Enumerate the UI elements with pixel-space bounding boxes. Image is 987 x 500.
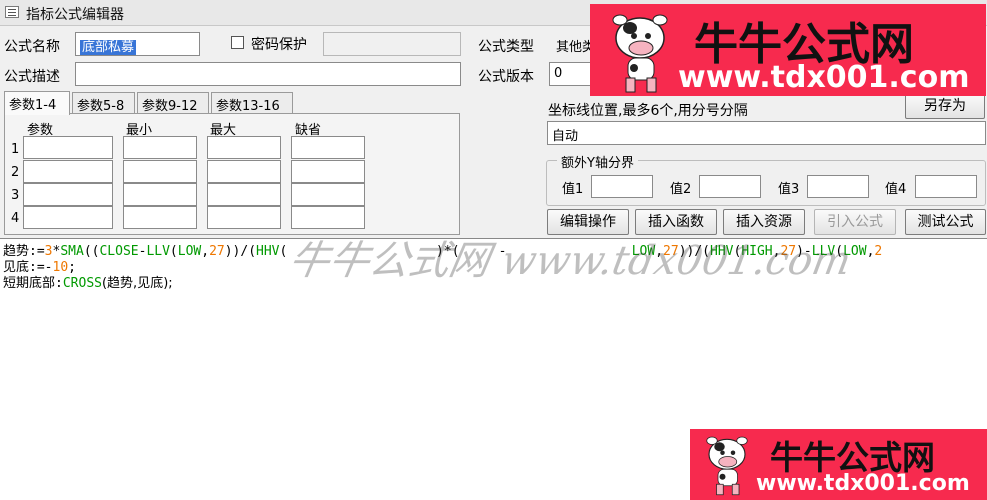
y-value-1-label: 值1	[562, 182, 584, 197]
formula-version-label: 公式版本	[478, 69, 534, 85]
formula-name-input[interactable]: 底部私募	[75, 32, 200, 56]
ad-banner-top[interactable]: 牛牛公式网 www.tdx001.com	[590, 4, 986, 96]
param-3-name[interactable]	[23, 183, 113, 206]
cow-mascot-icon	[612, 14, 668, 93]
param-3-max[interactable]	[207, 183, 281, 206]
tab-params-1-4[interactable]: 参数1-4	[4, 91, 70, 115]
param-row-num: 4	[11, 211, 20, 226]
param-row-num: 1	[11, 142, 20, 157]
coord-lines-label: 坐标线位置,最多6个,用分号分隔	[548, 103, 748, 119]
tab-params-5-8[interactable]: 参数5-8	[72, 92, 135, 114]
param-2-max[interactable]	[207, 160, 281, 183]
param-3-default[interactable]	[291, 183, 365, 206]
app-icon	[5, 6, 19, 18]
formula-type-label: 公式类型	[478, 39, 534, 55]
cow-mascot-icon	[706, 436, 748, 496]
param-1-max[interactable]	[207, 136, 281, 159]
extra-y-axis-legend: 额外Y轴分界	[557, 152, 638, 171]
param-3-min[interactable]	[123, 183, 197, 206]
formula-desc-input[interactable]	[75, 62, 461, 86]
coord-lines-input[interactable]: 自动	[547, 121, 986, 145]
tab-params-9-12[interactable]: 参数9-12	[137, 92, 209, 114]
param-panel: 参数 最小 最大 缺省 1 2 3 4	[4, 113, 460, 235]
y-value-4-label: 值4	[885, 182, 907, 197]
ad-banner-bottom[interactable]: 牛牛公式网 www.tdx001.com	[690, 429, 987, 500]
param-1-min[interactable]	[123, 136, 197, 159]
param-1-default[interactable]	[291, 136, 365, 159]
y-value-4-input[interactable]	[915, 175, 977, 198]
param-4-min[interactable]	[123, 206, 197, 229]
formula-desc-label: 公式描述	[4, 69, 60, 85]
password-checkbox[interactable]	[231, 36, 244, 49]
y-value-2-label: 值2	[670, 182, 692, 197]
tab-params-13-16[interactable]: 参数13-16	[211, 92, 293, 114]
param-2-default[interactable]	[291, 160, 365, 183]
code-line-3: 短期底部:CROSS(趋势,见底);	[3, 276, 173, 291]
param-2-name[interactable]	[23, 160, 113, 183]
window-title: 指标公式编辑器	[26, 7, 124, 23]
param-row-num: 2	[11, 165, 20, 180]
param-4-default[interactable]	[291, 206, 365, 229]
watermark-text: 牛牛公式网 www.tdx001.com	[285, 238, 855, 284]
ad-url[interactable]: www.tdx001.com	[756, 471, 970, 496]
password-label: 密码保护	[251, 37, 307, 53]
formula-name-label: 公式名称	[4, 39, 60, 55]
save-as-button[interactable]: 另存为	[905, 93, 985, 119]
param-1-name[interactable]	[23, 136, 113, 159]
extra-y-axis-group: 额外Y轴分界 值1 值2 值3 值4	[546, 152, 986, 206]
param-2-min[interactable]	[123, 160, 197, 183]
param-4-name[interactable]	[23, 206, 113, 229]
test-formula-button[interactable]: 测试公式	[905, 209, 986, 235]
y-value-3-input[interactable]	[807, 175, 869, 198]
password-input[interactable]	[323, 32, 461, 56]
ad-url[interactable]: www.tdx001.com	[678, 60, 969, 95]
y-value-1-input[interactable]	[591, 175, 653, 198]
param-row-num: 3	[11, 188, 20, 203]
y-value-3-label: 值3	[778, 182, 800, 197]
code-line-2: 见底:=-10;	[3, 260, 76, 275]
y-value-2-input[interactable]	[699, 175, 761, 198]
param-4-max[interactable]	[207, 206, 281, 229]
